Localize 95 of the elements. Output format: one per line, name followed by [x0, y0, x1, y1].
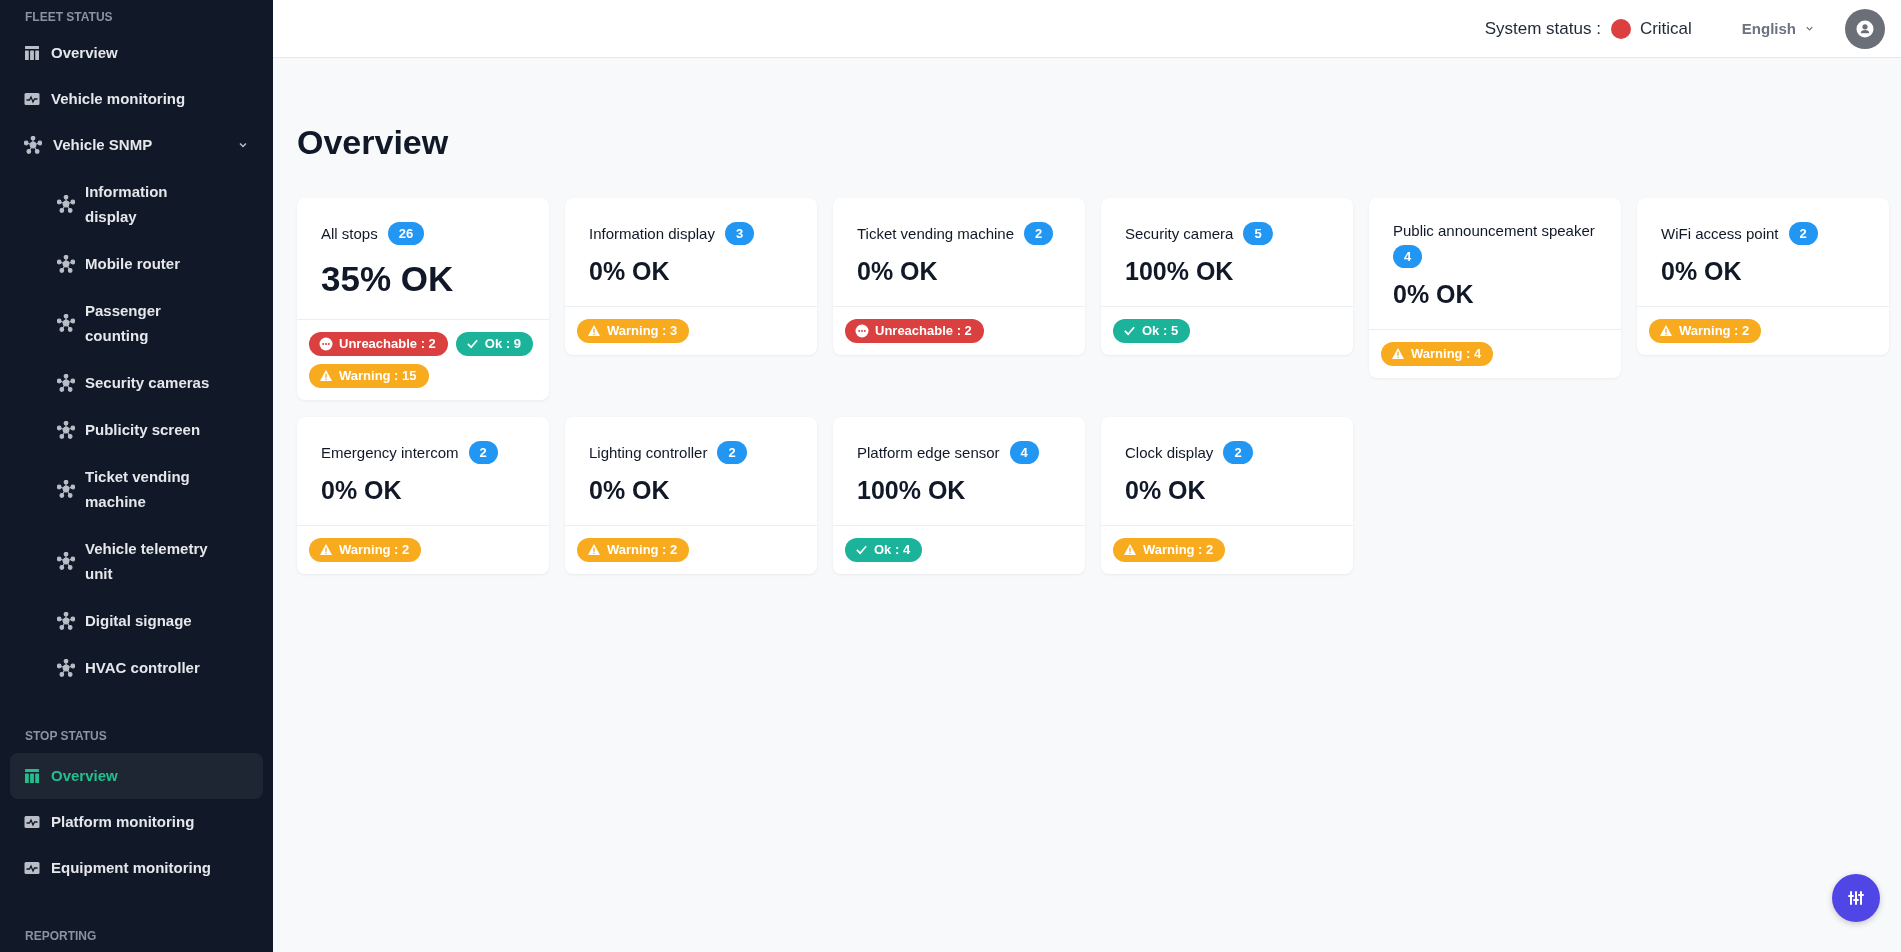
network-icon	[57, 552, 75, 570]
status-badge: Unreachable : 2	[845, 318, 984, 343]
card-title: WiFi access point	[1661, 224, 1779, 242]
ok-percentage: 0% OK	[857, 256, 939, 286]
nav-item[interactable]: Digital signage	[10, 597, 263, 644]
count-badge: 4	[1393, 244, 1423, 268]
status-badge: Unreachable : 2	[309, 331, 448, 356]
language-dropdown[interactable]: English	[1739, 16, 1817, 41]
status-badge: Ok : 9	[455, 331, 533, 356]
count-badge: 2	[1223, 440, 1253, 464]
ok-percentage: 0% OK	[589, 475, 671, 505]
ok-percentage: 0% OK	[1125, 475, 1207, 505]
table-icon	[24, 768, 40, 784]
status-badge: Warning : 4	[1381, 341, 1494, 366]
ok-percentage: 0% OK	[1661, 256, 1743, 286]
count-badge: 2	[468, 440, 498, 464]
card-title: Platform edge sensor	[857, 443, 1000, 461]
card-title: Clock display	[1125, 443, 1214, 461]
dots-circle-icon	[319, 336, 333, 351]
status-badge: Warning : 2	[577, 537, 690, 562]
card-title: Security camera	[1125, 224, 1234, 242]
section-heading: FLEET STATUS	[24, 9, 114, 26]
count-badge: 4	[1009, 440, 1039, 464]
nav-item[interactable]: Vehicle monitoring	[10, 76, 263, 122]
network-icon	[57, 480, 75, 498]
nav-item[interactable]: Platform monitoring	[10, 799, 263, 845]
ok-percentage: 0% OK	[321, 475, 403, 505]
count-badge: 2	[717, 440, 747, 464]
network-icon	[57, 314, 75, 332]
count-badge: 3	[724, 221, 755, 245]
network-icon	[57, 658, 75, 677]
count-badge: 5	[1243, 221, 1273, 245]
status-badge: Ok : 4	[845, 537, 923, 562]
warning-icon	[587, 543, 601, 557]
status-badge: Warning : 15	[309, 363, 429, 388]
nav-item[interactable]: Security cameras	[10, 359, 263, 406]
card-title: Information display	[589, 224, 715, 242]
check-icon	[465, 337, 479, 351]
nav-item[interactable]: Vehicle SNMP	[10, 122, 263, 168]
ok-percentage: 0% OK	[1393, 279, 1475, 309]
status-badge: Ok : 5	[1113, 318, 1191, 343]
warning-icon	[1391, 347, 1405, 361]
nav-item[interactable]: Passenger counting	[10, 287, 263, 359]
network-icon	[57, 195, 75, 213]
count-badge: 26	[387, 221, 425, 245]
network-icon	[57, 611, 75, 630]
user-icon	[1855, 18, 1875, 39]
floating-action-button[interactable]	[1832, 874, 1880, 922]
system-status-label: System status :	[1484, 18, 1601, 39]
status-badge: Warning : 2	[1649, 318, 1762, 343]
warning-icon	[587, 324, 601, 338]
warning-icon	[1659, 324, 1673, 338]
ok-percentage: 100% OK	[857, 475, 967, 505]
warning-icon	[319, 543, 333, 557]
dots-circle-icon	[855, 323, 869, 338]
nav-item[interactable]: Ticket vending machine	[10, 453, 263, 525]
card-title: Ticket vending machine	[857, 224, 1015, 242]
network-icon	[57, 373, 75, 392]
network-icon	[57, 254, 75, 273]
count-badge: 2	[1788, 221, 1818, 245]
pulse-icon	[24, 860, 40, 876]
card-title: All stops	[321, 224, 378, 242]
ok-percentage: 35% OK	[321, 258, 455, 299]
nav-item[interactable]: Information display	[10, 168, 263, 240]
ok-percentage: 0% OK	[589, 256, 671, 286]
nav-item[interactable]: Publicity screen	[10, 406, 263, 453]
warning-icon	[1123, 543, 1137, 557]
network-icon	[24, 136, 42, 154]
card-title: Public announcement speaker	[1393, 221, 1595, 239]
card-title: Emergency intercom	[321, 443, 459, 461]
system-status-value: Critical	[1639, 18, 1692, 39]
check-icon	[855, 543, 868, 557]
pulse-icon	[24, 814, 40, 830]
user-avatar-button[interactable]	[1845, 8, 1885, 49]
nav-item[interactable]: HVAC controller	[10, 644, 263, 691]
section-heading: STOP STATUS	[24, 728, 108, 745]
network-icon	[57, 420, 75, 439]
nav-item[interactable]: Overview	[10, 753, 263, 799]
nav-item[interactable]: Mobile router	[10, 240, 263, 287]
check-icon	[1123, 324, 1136, 338]
nav-item[interactable]: Equipment monitoring	[10, 845, 263, 891]
section-heading: REPORTING	[24, 928, 98, 945]
status-badge: Warning : 2	[309, 537, 422, 562]
page-title: Overview	[297, 122, 449, 163]
card-title: Lighting controller	[589, 443, 708, 461]
ok-percentage: 100% OK	[1125, 256, 1235, 286]
sliders-icon	[1846, 888, 1866, 908]
status-badge: Warning : 3	[577, 318, 690, 343]
status-badge: Warning : 2	[1113, 537, 1226, 562]
nav-item[interactable]: Vehicle telemetry unit	[10, 525, 263, 597]
nav-item[interactable]: Overview	[10, 30, 263, 76]
pulse-icon	[24, 91, 40, 107]
table-icon	[24, 45, 40, 61]
warning-icon	[319, 369, 333, 383]
count-badge: 2	[1024, 221, 1054, 245]
